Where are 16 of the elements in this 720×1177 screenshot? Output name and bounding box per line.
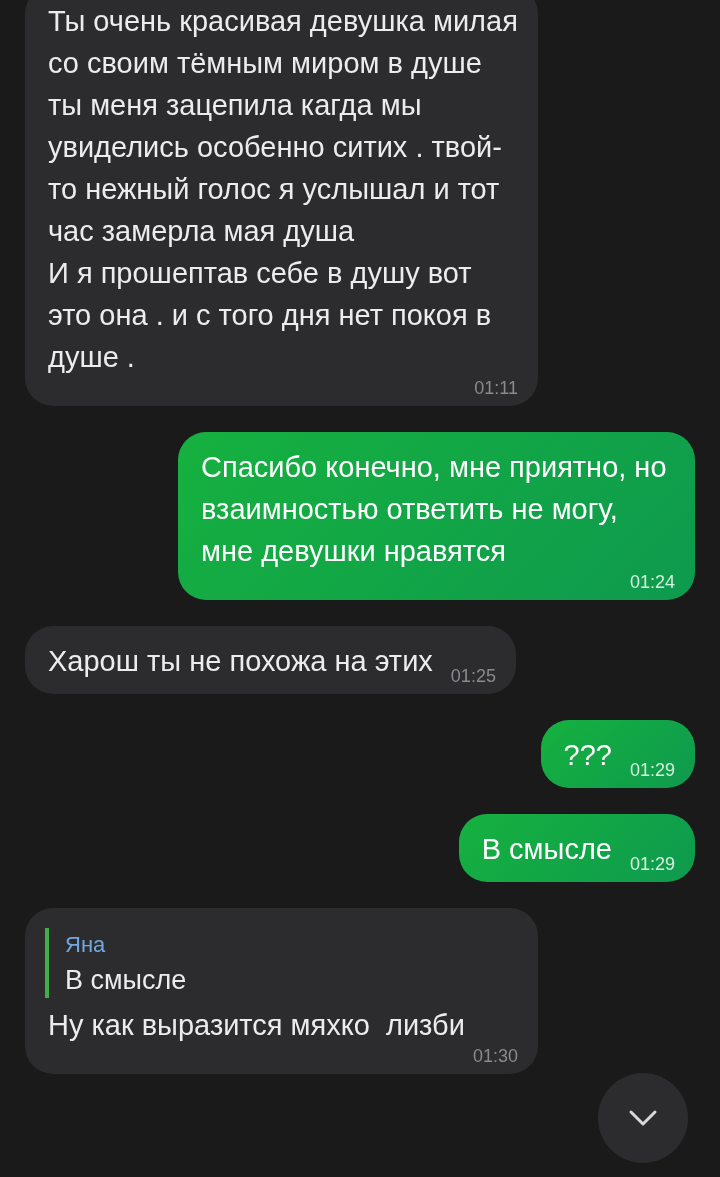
message-time: 01:11 bbox=[473, 378, 518, 398]
message-text: Ну как выразится мяхко лизби bbox=[48, 1008, 465, 1043]
reply-text: В смысле bbox=[65, 964, 188, 997]
reply-quote[interactable]: Яна В смысле bbox=[45, 928, 518, 998]
reply-author: Яна bbox=[65, 931, 107, 959]
message-time: 01:24 bbox=[628, 572, 675, 592]
message-time: 01:25 bbox=[449, 666, 496, 686]
message-time: 01:30 bbox=[471, 1046, 518, 1066]
message-text: В смысле bbox=[481, 832, 612, 867]
message-text: Ты очень красивая девушка милая со своим тёмным миром в душе ты меня зацепила кагда мы увиделись особенно ситих . твой-то нежный голос я услышал и тот час замерла мая душа И я прошептав себе в душу вот это она . и с того дня нет покоя в душе . bbox=[48, 4, 518, 375]
chevron-down-icon bbox=[628, 1109, 658, 1127]
message-text: Харош ты не похожа на этих bbox=[48, 644, 433, 679]
message-time: 01:29 bbox=[628, 760, 675, 780]
message-time: 01:29 bbox=[628, 854, 675, 874]
message-text: Спасибо конечно, мне приятно, но взаимностью ответить не могу, мне девушки нравятся bbox=[201, 450, 668, 569]
message-text: ??? bbox=[563, 738, 612, 773]
